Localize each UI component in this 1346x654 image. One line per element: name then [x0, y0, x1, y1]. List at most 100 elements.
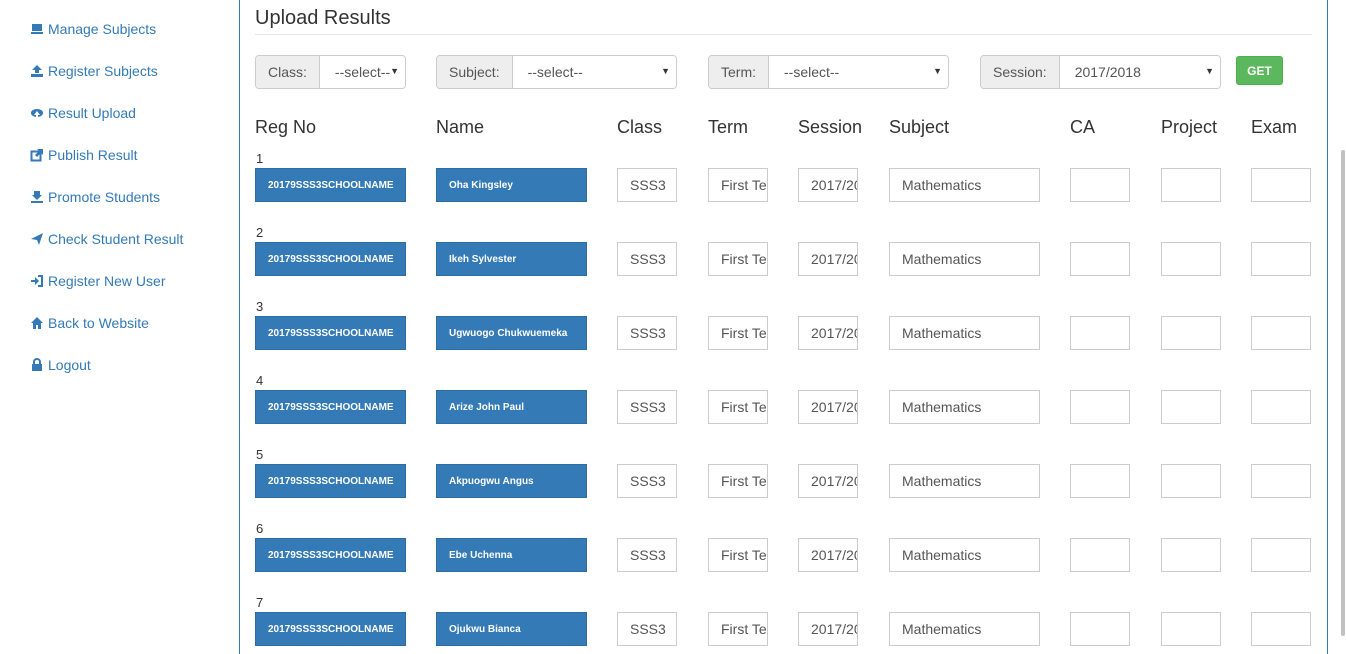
- project-input[interactable]: [1161, 390, 1221, 424]
- term-input[interactable]: First Term: [708, 390, 768, 424]
- session-input[interactable]: 2017/2018: [798, 464, 858, 498]
- term-input[interactable]: First Term: [708, 168, 768, 202]
- row-number: 7: [256, 595, 264, 610]
- class-input[interactable]: SSS3: [617, 316, 677, 350]
- header-project: Project: [1161, 117, 1218, 137]
- sidebar-item-label: Manage Subjects: [48, 21, 157, 37]
- student-name-badge: Ikeh Sylvester: [436, 242, 587, 276]
- subject-input[interactable]: Mathematics: [889, 464, 1040, 498]
- header-session: Session: [798, 117, 863, 137]
- ca-input[interactable]: [1070, 390, 1130, 424]
- sidebar-item-register-new-user[interactable]: Register New User: [30, 273, 165, 289]
- download-tray-icon: [31, 191, 43, 203]
- term-input[interactable]: First Term: [708, 242, 768, 276]
- project-input[interactable]: [1161, 612, 1221, 646]
- session-input[interactable]: 2017/2018: [798, 316, 858, 350]
- session-select[interactable]: 2017/2018 ▼: [1059, 56, 1220, 88]
- term-input[interactable]: First Term: [708, 316, 768, 350]
- project-input[interactable]: [1161, 242, 1221, 276]
- sidebar-item-check-student-result[interactable]: Check Student Result: [30, 231, 183, 247]
- session-filter-label: Session:: [981, 56, 1060, 88]
- exam-input[interactable]: [1251, 464, 1311, 498]
- student-name-badge: Ojukwu Bianca: [436, 612, 587, 646]
- monitor-icon: [31, 24, 43, 34]
- header-class: Class: [617, 117, 663, 137]
- cloud-upload-icon: [31, 109, 43, 119]
- sidebar-item-label: Promote Students: [48, 189, 161, 205]
- ca-input[interactable]: [1070, 464, 1130, 498]
- student-name-badge: Arize John Paul: [436, 390, 587, 424]
- class-input[interactable]: SSS3: [617, 390, 677, 424]
- class-input[interactable]: SSS3: [617, 538, 677, 572]
- exam-input[interactable]: [1251, 538, 1311, 572]
- reg-no-badge: 20179SSS3SCHOOLNAME: [255, 242, 406, 276]
- subject-input[interactable]: Mathematics: [889, 168, 1040, 202]
- exam-input[interactable]: [1251, 316, 1311, 350]
- reg-no-badge: 20179SSS3SCHOOLNAME: [255, 538, 406, 572]
- session-input[interactable]: 2017/2018: [798, 242, 858, 276]
- share-icon: [30, 149, 43, 162]
- term-select[interactable]: --select-- ▼: [769, 56, 948, 88]
- session-input[interactable]: 2017/2018: [798, 612, 858, 646]
- ca-input[interactable]: [1070, 316, 1130, 350]
- exam-input[interactable]: [1251, 168, 1311, 202]
- session-select-value: 2017/2018: [1074, 64, 1141, 80]
- sidebar-item-back-to-website[interactable]: Back to Website: [30, 315, 149, 331]
- subject-filter: Subject: --select-- ▼: [436, 55, 677, 89]
- ca-input[interactable]: [1070, 168, 1130, 202]
- student-name-badge: Oha Kingsley: [436, 168, 587, 202]
- ca-input[interactable]: [1070, 612, 1130, 646]
- class-filter: Class: --select-- ▼: [255, 55, 406, 89]
- term-input[interactable]: First Term: [708, 612, 768, 646]
- sidebar-item-label: Logout: [48, 357, 91, 373]
- session-filter: Session: 2017/2018 ▼: [980, 55, 1221, 89]
- session-input[interactable]: 2017/2018: [798, 390, 858, 424]
- exam-input[interactable]: [1251, 612, 1311, 646]
- sidebar-item-result-upload[interactable]: Result Upload: [30, 105, 136, 121]
- project-input[interactable]: [1161, 316, 1221, 350]
- sidebar-item-promote-students[interactable]: Promote Students: [30, 189, 160, 205]
- header-exam: Exam: [1251, 117, 1298, 137]
- exam-input[interactable]: [1251, 390, 1311, 424]
- sidebar-item-register-subjects[interactable]: Register Subjects: [30, 63, 158, 79]
- sidebar-item-label: Check Student Result: [48, 231, 184, 247]
- student-name-badge: Ugwuogo Chukwuemeka: [436, 316, 587, 350]
- exam-input[interactable]: [1251, 242, 1311, 276]
- sidebar-item-logout[interactable]: Logout: [30, 357, 91, 373]
- subject-input[interactable]: Mathematics: [889, 612, 1040, 646]
- subject-input[interactable]: Mathematics: [889, 390, 1040, 424]
- sidebar-item-manage-subjects[interactable]: Manage Subjects: [30, 21, 156, 37]
- scrollbar[interactable]: [1341, 150, 1345, 636]
- sidebar-item-label: Back to Website: [48, 315, 149, 331]
- class-input[interactable]: SSS3: [617, 168, 677, 202]
- get-button[interactable]: GET: [1236, 56, 1283, 85]
- subject-input[interactable]: Mathematics: [889, 316, 1040, 350]
- term-input[interactable]: First Term: [708, 538, 768, 572]
- project-input[interactable]: [1161, 168, 1221, 202]
- caret-down-icon: ▼: [933, 66, 942, 76]
- subject-select[interactable]: --select-- ▼: [512, 56, 676, 88]
- sidebar-item-publish-result[interactable]: Publish Result: [30, 147, 138, 163]
- project-input[interactable]: [1161, 464, 1221, 498]
- ca-input[interactable]: [1070, 242, 1130, 276]
- term-input[interactable]: First Term: [708, 464, 768, 498]
- session-input[interactable]: 2017/2018: [798, 538, 858, 572]
- subject-input[interactable]: Mathematics: [889, 242, 1040, 276]
- reg-no-badge: 20179SSS3SCHOOLNAME: [255, 464, 406, 498]
- class-input[interactable]: SSS3: [617, 612, 677, 646]
- class-select[interactable]: --select-- ▼: [319, 56, 405, 88]
- project-input[interactable]: [1161, 538, 1221, 572]
- subject-input[interactable]: Mathematics: [889, 538, 1040, 572]
- subject-select-value: --select--: [527, 64, 583, 80]
- term-filter: Term: --select-- ▼: [708, 55, 949, 89]
- header-ca: CA: [1070, 117, 1096, 137]
- ca-input[interactable]: [1070, 538, 1130, 572]
- reg-no-badge: 20179SSS3SCHOOLNAME: [255, 390, 406, 424]
- session-input[interactable]: 2017/2018: [798, 168, 858, 202]
- header-term: Term: [708, 117, 748, 137]
- sidebar-item-label: Publish Result: [48, 147, 138, 163]
- class-input[interactable]: SSS3: [617, 464, 677, 498]
- reg-no-badge: 20179SSS3SCHOOLNAME: [255, 168, 406, 202]
- class-input[interactable]: SSS3: [617, 242, 677, 276]
- student-name-badge: Ebe Uchenna: [436, 538, 587, 572]
